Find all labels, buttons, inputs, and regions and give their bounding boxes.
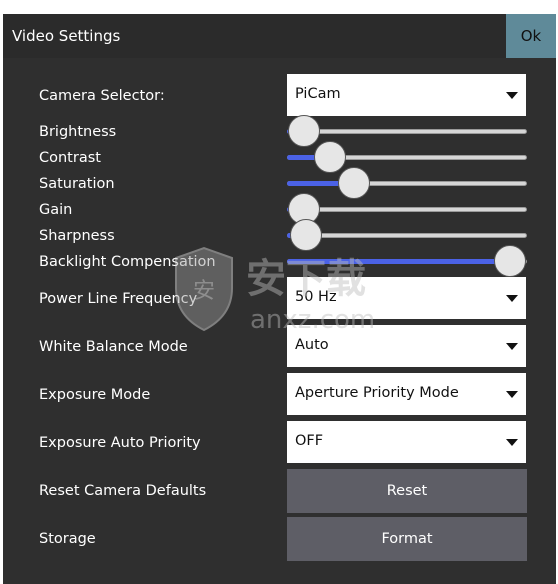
chevron-down-icon — [506, 343, 518, 350]
format-button[interactable]: Format — [287, 517, 527, 561]
reset-button[interactable]: Reset — [287, 469, 527, 513]
white-balance-mode-label: White Balance Mode — [39, 339, 188, 355]
slider-thumb[interactable] — [494, 245, 527, 277]
camera-selector-label: Camera Selector: — [39, 88, 165, 104]
exposure-auto-priority-dropdown[interactable]: OFF — [287, 421, 526, 463]
chevron-down-icon — [506, 391, 518, 398]
saturation-label: Saturation — [39, 176, 115, 192]
slider-track — [287, 129, 527, 134]
gain-label: Gain — [39, 202, 73, 218]
brightness-label: Brightness — [39, 124, 117, 140]
shield-icon: 安 安下载 anxz.com — [175, 246, 375, 335]
window-title: Video Settings — [12, 27, 121, 45]
camera-selector-value: PiCam — [295, 86, 341, 102]
contrast-slider[interactable] — [287, 141, 527, 173]
ok-button[interactable]: Ok — [506, 14, 556, 58]
saturation-slider[interactable] — [287, 167, 527, 199]
storage-label: Storage — [39, 531, 96, 547]
brightness-slider[interactable] — [287, 115, 527, 147]
reset-camera-defaults-label: Reset Camera Defaults — [39, 483, 207, 499]
title-bar: Video Settings Ok — [3, 14, 556, 58]
watermark-text: 安下载 — [246, 256, 366, 302]
chevron-down-icon — [506, 295, 518, 302]
slider-track — [287, 233, 527, 238]
chevron-down-icon — [506, 439, 518, 446]
exposure-mode-dropdown[interactable]: Aperture Priority Mode — [287, 373, 526, 415]
camera-selector-dropdown[interactable]: PiCam — [287, 74, 526, 116]
watermark: 安 安下载 anxz.com — [168, 240, 388, 340]
slider-thumb[interactable] — [287, 115, 320, 147]
exposure-mode-label: Exposure Mode — [39, 387, 151, 403]
exposure-auto-priority-label: Exposure Auto Priority — [39, 435, 201, 451]
slider-thumb[interactable] — [338, 167, 371, 199]
exposure-auto-priority-value: OFF — [295, 433, 324, 449]
contrast-label: Contrast — [39, 150, 101, 166]
slider-thumb[interactable] — [314, 141, 347, 173]
watermark-subtext: anxz.com — [250, 305, 375, 335]
sharpness-label: Sharpness — [39, 228, 115, 244]
chevron-down-icon — [506, 92, 518, 99]
exposure-mode-value: Aperture Priority Mode — [295, 385, 459, 401]
svg-text:安: 安 — [193, 279, 215, 304]
slider-track — [287, 207, 527, 212]
gain-slider[interactable] — [287, 193, 527, 225]
